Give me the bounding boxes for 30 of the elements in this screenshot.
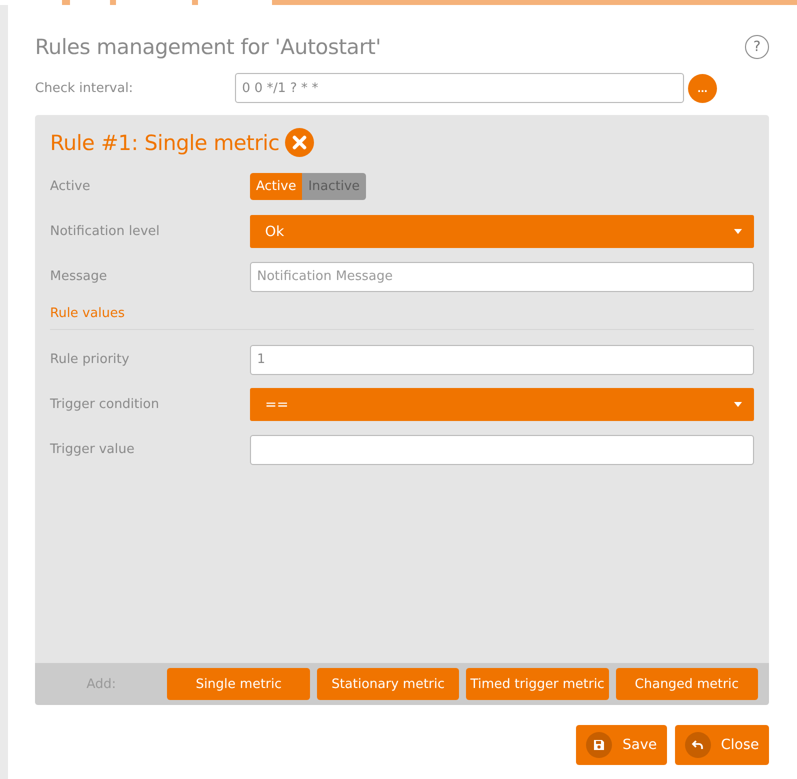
field-label: Rule priority (50, 352, 130, 367)
add-metric-button[interactable]: Single metric (167, 668, 310, 700)
caret-icon (734, 229, 742, 234)
field-label: Trigger condition (50, 397, 160, 412)
field-label: Notification level (50, 224, 161, 239)
input-field[interactable]: 1 (250, 344, 754, 374)
field-label: Check interval: (35, 80, 134, 96)
dialog-title: Rules management for 'Autostart' (35, 35, 381, 59)
dropdown[interactable]: Ok (250, 215, 754, 248)
toggle-option[interactable]: Inactive (302, 173, 366, 200)
close-icon[interactable] (285, 128, 314, 157)
add-metric-button[interactable]: Timed trigger metric (466, 668, 609, 700)
section-heading: Rule values (50, 306, 754, 330)
add-metric-button[interactable]: Changed metric (616, 668, 758, 700)
caret-icon (734, 402, 742, 407)
add-metric-button[interactable]: Stationary metric (316, 668, 460, 700)
cron-input[interactable]: 0 0 */1 ? * * (235, 73, 684, 103)
field-label: Trigger value (50, 442, 136, 457)
close-button[interactable]: Close (674, 725, 769, 765)
dropdown[interactable]: == (250, 388, 754, 421)
field-label: Message (50, 269, 108, 284)
save-icon (586, 732, 612, 758)
input-field[interactable] (250, 434, 754, 464)
input-field[interactable]: Notification Message (250, 262, 754, 292)
more-button[interactable]: ... (688, 74, 717, 102)
save-button[interactable]: Save (576, 725, 667, 765)
rule-title: Rule #1: Single metric (50, 130, 280, 154)
help-button[interactable]: ? (745, 35, 769, 59)
toggle-option[interactable]: Active (250, 173, 302, 200)
field-label: Active (50, 179, 92, 194)
